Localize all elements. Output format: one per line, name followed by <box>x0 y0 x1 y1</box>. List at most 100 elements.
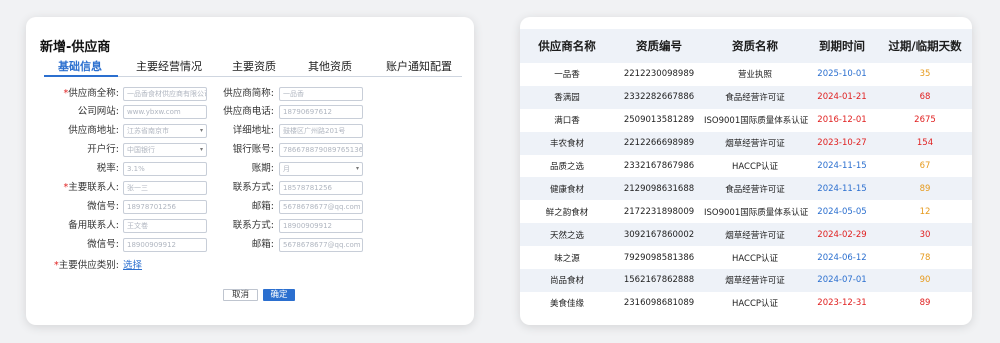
field-label: 公司网站: <box>77 106 119 117</box>
text-field[interactable]: www.ybxw.com <box>123 105 207 119</box>
table-row: 味之源 7929098581386 HACCP认证 2024-06-12 78 <box>520 246 972 269</box>
active-tab-underline <box>44 75 118 77</box>
text-field[interactable]: 一品香食材供应商有限公司 <box>123 87 207 101</box>
select-field[interactable]: 月 ▾ <box>279 162 363 176</box>
text-field[interactable]: 18900909912 <box>123 238 207 252</box>
cell-expire-date: 2023-12-31 <box>817 298 867 309</box>
cancel-button[interactable]: 取消 <box>223 289 258 301</box>
tab-account-notice[interactable]: 账户通知配置 <box>386 58 452 74</box>
tab-other-qualification[interactable]: 其他资质 <box>308 58 352 74</box>
field-label: 联系方式: <box>232 220 274 231</box>
header-expire-date: 到期时间 <box>806 29 878 63</box>
form-row: 供应商地址: 江苏省南京市 ▾ 详细地址: 鼓楼区广州路201号 <box>26 124 474 138</box>
text-field[interactable]: 5678678677@qq.com <box>279 238 363 252</box>
cell-expire-date: 2016-12-01 <box>817 115 867 126</box>
cell-qual-code: 2332282667886 <box>614 85 704 109</box>
table-header-row: 供应商名称 资质编号 资质名称 到期时间 过期/临期天数 <box>520 29 972 63</box>
select-field[interactable]: 江苏省南京市 ▾ <box>123 124 207 138</box>
text-field[interactable]: 王文卷 <box>123 219 207 233</box>
form-row: 微信号: 18978701256 邮箱: 5678678677@qq.com <box>26 200 474 214</box>
cell-days: 154 <box>878 131 972 155</box>
text-field[interactable]: 786678879089765136 <box>279 143 363 157</box>
text-field[interactable]: 18978701256 <box>123 200 207 214</box>
field-label: 银行账号: <box>232 144 274 155</box>
cell-qual-name: 食品经营许可证 <box>704 177 806 201</box>
cell-supplier-name: 鲜之韵食材 <box>545 207 589 218</box>
table-row: 香满园 2332282667886 食品经营许可证 2024-01-21 68 <box>520 85 972 109</box>
table-row: 美食佳缘 2316098681089 HACCP认证 2023-12-31 89 <box>520 292 972 315</box>
field-label: 供应商地址: <box>68 125 119 136</box>
cell-qual-name: HACCP认证 <box>731 162 779 172</box>
text-field[interactable]: 5678678677@qq.com <box>279 200 363 214</box>
cell-supplier-name: 天然之选 <box>520 223 614 247</box>
cell-qual-code: 7929098581386 <box>623 252 695 263</box>
table-row: 天然之选 3092167860002 烟草经营许可证 2024-02-29 30 <box>520 223 972 247</box>
cell-qual-code: 2509013581289 <box>623 115 695 126</box>
field-label: *供应商全称: <box>63 88 119 99</box>
cell-expire-date: 2024-11-15 <box>806 177 878 201</box>
cell-expire-date: 2025-10-01 <box>817 69 867 80</box>
table-row: 尚品食材 1562167862888 烟草经营许可证 2024-07-01 90 <box>520 269 972 292</box>
text-field[interactable]: 鼓楼区广州路201号 <box>279 124 363 138</box>
tab-basic-info[interactable]: 基础信息 <box>58 58 102 74</box>
text-field[interactable]: 3.1% <box>123 162 207 176</box>
field-label: 税率: <box>96 163 119 174</box>
field-label: 联系方式: <box>232 182 274 193</box>
field-label: 供应商电话: <box>223 106 274 117</box>
form-row: 公司网站: www.ybxw.com 供应商电话: 18790697612 <box>26 105 474 119</box>
cell-days: 89 <box>878 177 972 201</box>
cell-qual-name: ISO9001国际质量体系认证 <box>704 116 809 127</box>
cell-qual-name: HACCP认证 <box>731 299 779 310</box>
field-label: 开户行: <box>87 144 119 155</box>
cell-supplier-name: 健康食材 <box>520 177 614 201</box>
cell-days: 30 <box>878 223 972 247</box>
cell-supplier-name: 满口香 <box>554 116 580 127</box>
cell-qual-name: 烟草经营许可证 <box>704 269 806 292</box>
cell-days: 89 <box>919 298 931 309</box>
cell-qual-code: 2212230098989 <box>623 69 695 80</box>
text-field[interactable]: 一品香 <box>279 87 363 101</box>
confirm-button[interactable]: 确定 <box>263 289 295 301</box>
category-select-link[interactable]: 选择 <box>123 259 142 273</box>
chevron-down-icon: ▾ <box>355 165 359 172</box>
table-row: 丰农食材 2212266698989 烟草经营许可证 2023-10-27 154 <box>520 131 972 155</box>
field-label: 微信号: <box>87 201 119 212</box>
field-label: 邮箱: <box>251 239 274 250</box>
field-label: 账期: <box>251 163 274 174</box>
header-days: 过期/临期天数 <box>878 29 972 63</box>
cell-qual-name: 烟草经营许可证 <box>704 223 806 247</box>
category-row: *主要供应类别: 选择 <box>26 259 474 273</box>
cell-supplier-name: 丰农食材 <box>520 131 614 155</box>
text-field[interactable]: 张一三 <box>123 181 207 195</box>
tab-main-business[interactable]: 主要经营情况 <box>136 58 202 74</box>
text-field[interactable]: 18900909912 <box>279 219 363 233</box>
cell-qual-code: 2212266698989 <box>614 131 704 155</box>
text-field[interactable]: 18790697612 <box>279 105 363 119</box>
cell-qual-name: 烟草经营许可证 <box>704 131 806 155</box>
cell-expire-date: 2024-05-05 <box>817 206 867 217</box>
cell-days: 2675 <box>914 115 936 126</box>
cell-days: 12 <box>919 206 931 217</box>
header-qual-code: 资质编号 <box>614 29 704 63</box>
cell-qual-code: 2332167867986 <box>623 161 695 171</box>
cell-supplier-name: 美食佳缘 <box>549 299 584 310</box>
cell-qual-name: HACCP认证 <box>731 253 779 264</box>
cell-qual-code: 2172231898009 <box>623 206 695 217</box>
cell-qual-name: 营业执照 <box>737 70 772 81</box>
tab-main-qualification[interactable]: 主要资质 <box>232 58 276 74</box>
cell-supplier-name: 香满园 <box>520 85 614 109</box>
cell-expire-date: 2023-10-27 <box>806 131 878 155</box>
chevron-down-icon: ▾ <box>199 146 203 153</box>
text-field[interactable]: 18578781256 <box>279 181 363 195</box>
cell-days: 67 <box>919 161 931 171</box>
table-row: 健康食材 2129098631688 食品经营许可证 2024-11-15 89 <box>520 177 972 201</box>
field-label: 邮箱: <box>251 201 274 212</box>
category-label: *主要供应类别: <box>54 260 119 271</box>
chevron-down-icon: ▾ <box>199 127 203 134</box>
form-row: 开户行: 中国银行 ▾ 银行账号: 786678879089765136 <box>26 143 474 157</box>
cell-expire-date: 2024-11-15 <box>817 161 867 171</box>
table-row: 一品香 2212230098989 营业执照 2025-10-01 35 <box>520 63 972 86</box>
tab-bar: 基础信息 主要经营情况 主要资质 其他资质 账户通知配置 <box>44 57 462 77</box>
select-field[interactable]: 中国银行 ▾ <box>123 143 207 157</box>
header-supplier-name: 供应商名称 <box>520 29 614 63</box>
